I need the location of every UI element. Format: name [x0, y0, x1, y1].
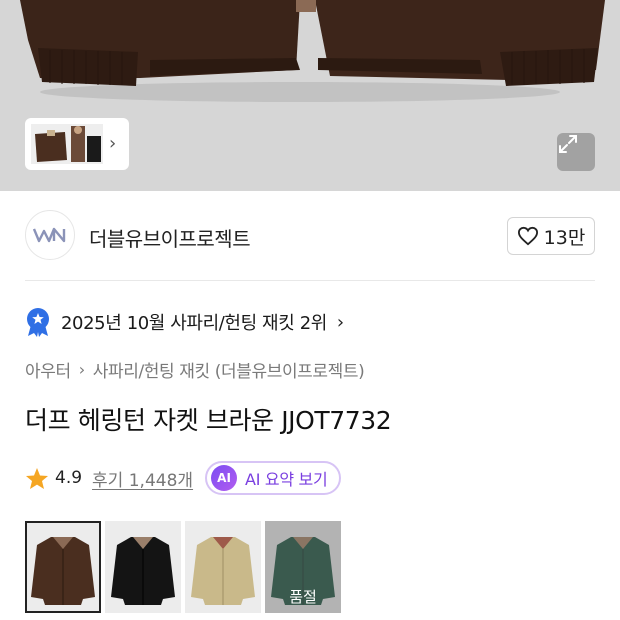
thumbnail-images [31, 124, 103, 164]
color-option-beige[interactable] [185, 521, 261, 613]
star-icon [26, 467, 48, 489]
color-options: 품절 [25, 521, 341, 613]
like-button[interactable]: 13만 [507, 217, 595, 255]
like-count: 13만 [543, 226, 586, 249]
product-title: 더프 헤링턴 자켓 브라운 JJOT7732 [25, 406, 392, 435]
ranking-text: 2025년 10월 사파리/헌팅 재킷 2위 [61, 313, 327, 334]
ai-summary-label: AI 요약 보기 [245, 470, 328, 489]
chevron-right-icon: › [336, 311, 345, 333]
divider [25, 280, 595, 281]
color-option-brown[interactable] [25, 521, 101, 613]
review-count-link[interactable]: 후기 1,448개 [92, 466, 193, 491]
rating-row: 4.9 후기 1,448개 AI AI 요약 보기 [25, 461, 342, 495]
jacket-thumbnail [111, 537, 175, 605]
brand-row: 더블유브이프로젝트 13만 [25, 208, 595, 263]
product-hero-image[interactable]: › [0, 0, 620, 191]
jacket-thumbnail [191, 537, 255, 605]
breadcrumb: 아우터 › 사파리/헌팅 재킷 (더블유브이프로젝트) [25, 357, 365, 382]
brand-name-link[interactable]: 더블유브이프로젝트 [89, 223, 251, 252]
brand-logo-icon[interactable] [25, 210, 75, 260]
breadcrumb-item[interactable]: 아우터 [25, 357, 71, 382]
chevron-right-icon[interactable]: › [109, 135, 116, 153]
rating-score: 4.9 [55, 468, 83, 488]
sold-out-label: 품절 [289, 588, 317, 606]
ai-summary-button[interactable]: AI AI 요약 보기 [205, 461, 342, 495]
color-option-green[interactable]: 품절 [265, 521, 341, 613]
chevron-right-icon: › [78, 360, 85, 379]
ranking-link[interactable]: 2025년 10월 사파리/헌팅 재킷 2위 › [25, 307, 344, 337]
expand-icon[interactable] [557, 133, 595, 171]
heart-outline-icon [517, 226, 538, 246]
ranking-badge-icon [27, 308, 49, 337]
breadcrumb-item[interactable]: 사파리/헌팅 재킷 (더블유브이프로젝트) [93, 357, 365, 382]
ai-badge-icon: AI [211, 465, 238, 491]
jacket-thumbnail [31, 537, 95, 605]
image-thumbnail-strip[interactable]: › [25, 118, 129, 170]
color-option-black[interactable] [105, 521, 181, 613]
